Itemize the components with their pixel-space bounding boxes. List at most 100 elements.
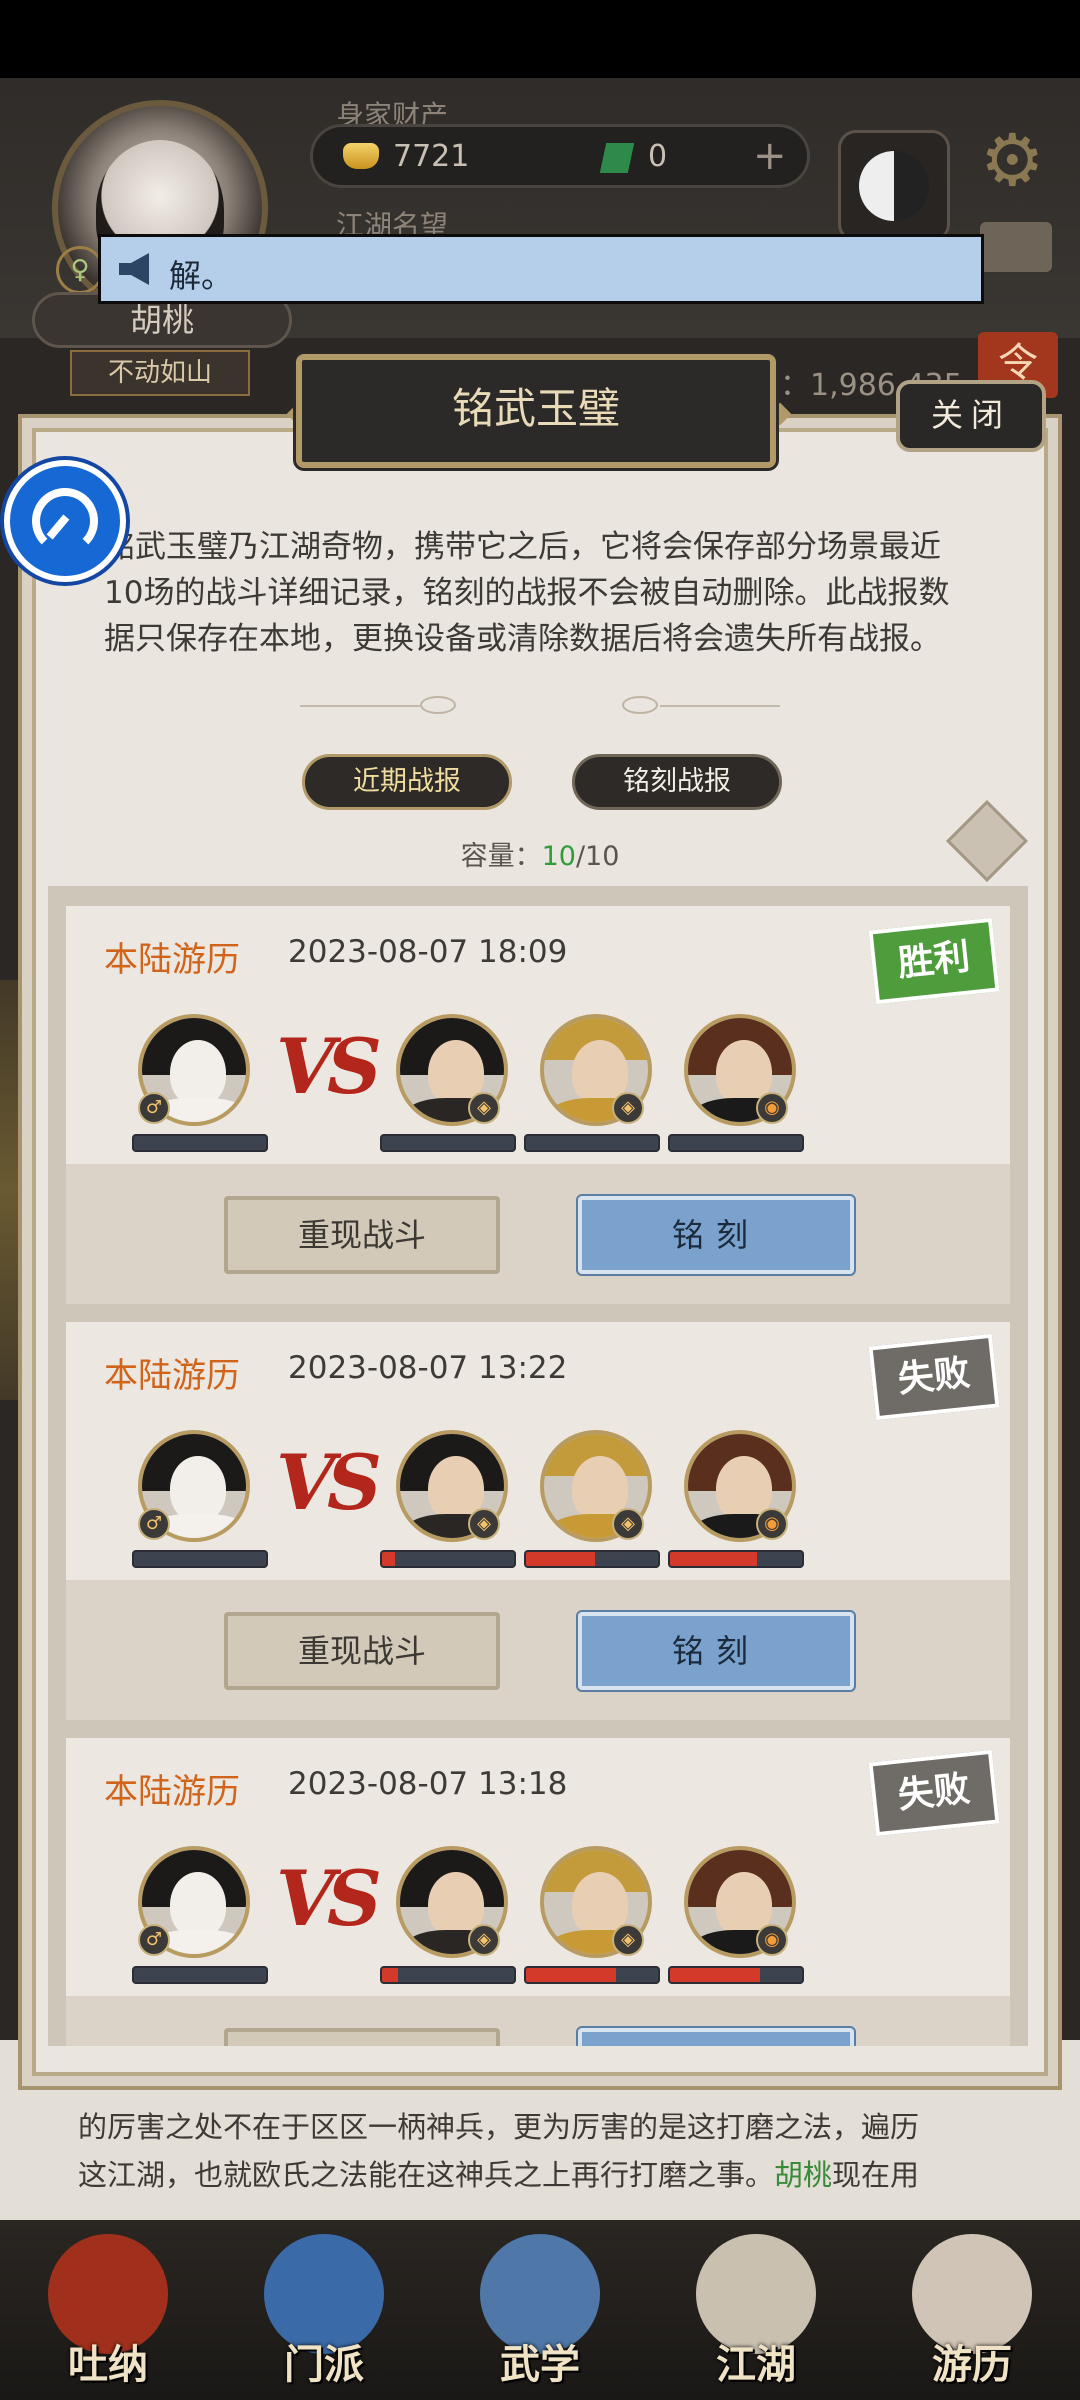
hp-fill — [670, 1968, 760, 1982]
gold-ingot-icon — [343, 143, 379, 169]
nav-sect[interactable]: 门派 — [239, 2224, 409, 2394]
replay-battle-button[interactable]: 重现战斗 — [224, 2028, 500, 2046]
hp-fill — [526, 1552, 595, 1566]
capacity-label: 容量： — [460, 841, 542, 872]
report-list[interactable]: 本陆游历 2023-08-07 18:09 胜利 ♂ VS ◈ ◈ ◉ 重现战斗… — [48, 886, 1028, 2046]
story-text-end: 现在用 — [832, 2158, 920, 2192]
close-button[interactable]: 关闭 — [896, 380, 1046, 452]
vs-mark: VS — [276, 1022, 382, 1111]
fire-badge-icon: ◉ — [756, 1092, 788, 1124]
taiji-button[interactable] — [838, 130, 950, 242]
speed-gauge-button[interactable] — [4, 460, 126, 582]
report-type: 本陆游历 — [104, 1356, 240, 1396]
bottom-nav: 吐纳 门派 武学 江湖 游历 — [0, 2220, 1080, 2400]
nav-label: 吐纳 — [68, 2341, 148, 2388]
nav-label: 门派 — [284, 2341, 364, 2388]
story-highlight-name: 胡桃 — [774, 2158, 833, 2192]
notification-text: 解。 — [169, 257, 234, 295]
capacity-indicator: 容量：10/10 — [0, 834, 1080, 873]
nav-tuna[interactable]: 吐纳 — [23, 2224, 193, 2394]
player-hp-bar — [132, 1134, 268, 1152]
fire-badge-icon: ◉ — [756, 1924, 788, 1956]
gear-icon[interactable]: ⚙ — [980, 118, 1045, 202]
enemy-hp-bar — [668, 1134, 804, 1152]
element-badge-icon: ◈ — [612, 1092, 644, 1124]
engrave-button[interactable]: 铭刻 — [578, 1612, 854, 1690]
divider — [300, 705, 420, 707]
enemy-hp-bar — [524, 1966, 660, 1984]
enemy-hp-bar — [524, 1134, 660, 1152]
battle-report: 本陆游历 2023-08-07 13:22 失败 ♂ VS ◈ ◈ ◉ 重现战斗… — [66, 1322, 1010, 1720]
nav-label: 游历 — [932, 2341, 1012, 2388]
player-hp-bar — [132, 1550, 268, 1568]
report-time: 2023-08-07 13:22 — [288, 1350, 568, 1386]
nav-jianghu[interactable]: 江湖 — [671, 2224, 841, 2394]
report-actions-bg — [66, 1164, 1010, 1304]
enemy-hp-bar — [380, 1966, 516, 1984]
report-actions-bg — [66, 1580, 1010, 1720]
nav-label: 武学 — [500, 2341, 580, 2388]
female-icon: ♀ — [56, 246, 104, 294]
result-stamp: 失败 — [868, 1749, 1000, 1837]
result-stamp: 胜利 — [868, 917, 1000, 1005]
modal-title-plate: 铭武玉璧 — [296, 354, 776, 468]
tab-engraved-reports[interactable]: 铭刻战报 — [572, 754, 782, 810]
hp-fill — [382, 1968, 398, 1982]
gold-amount: 7721 — [393, 139, 470, 174]
enemy-hp-bar — [380, 1550, 516, 1568]
currency-bar: 7721 0 + — [310, 124, 810, 188]
status-bar — [0, 0, 1080, 78]
male-icon: ♂ — [138, 1092, 170, 1124]
story-text: 这江湖，也就欧氏之法能在这神兵之上再行打磨之事。 — [78, 2158, 775, 2192]
element-badge-icon: ◈ — [468, 1092, 500, 1124]
enemy-hp-bar — [668, 1966, 804, 1984]
report-time: 2023-08-07 18:09 — [288, 934, 568, 970]
capacity-total: /10 — [575, 841, 620, 872]
replay-battle-button[interactable]: 重现战斗 — [224, 1612, 500, 1690]
divider-ornament — [622, 696, 658, 714]
report-type: 本陆游历 — [104, 940, 240, 980]
engrave-button[interactable]: 铭刻 — [578, 2028, 854, 2046]
divider — [660, 705, 780, 707]
divider-ornament — [420, 696, 456, 714]
report-type: 本陆游历 — [104, 1772, 240, 1812]
nav-travel[interactable]: 游历 — [887, 2224, 1057, 2394]
mail-icon[interactable] — [980, 222, 1052, 272]
capacity-used: 10 — [541, 841, 576, 872]
add-currency-button[interactable]: + — [753, 133, 787, 179]
hp-fill — [382, 1552, 396, 1566]
player-hp-bar — [132, 1966, 268, 1984]
fire-badge-icon: ◉ — [756, 1508, 788, 1540]
modal-description: 铭武玉璧乃江湖奇物，携带它之后，它将会保存部分场景最近10场的战斗详细记录，铭刻… — [104, 529, 950, 657]
element-badge-icon: ◈ — [468, 1508, 500, 1540]
notification-banner[interactable]: 解。 — [98, 234, 984, 304]
engrave-button[interactable]: 铭刻 — [578, 1196, 854, 1274]
element-badge-icon: ◈ — [468, 1924, 500, 1956]
nav-label: 江湖 — [716, 2341, 796, 2388]
enemy-hp-bar — [380, 1134, 516, 1152]
jade-icon — [599, 143, 635, 173]
jade-amount: 0 — [648, 139, 668, 174]
report-time: 2023-08-07 13:18 — [288, 1766, 568, 1802]
battle-report: 本陆游历 2023-08-07 18:09 胜利 ♂ VS ◈ ◈ ◉ 重现战斗… — [66, 906, 1010, 1304]
element-badge-icon: ◈ — [612, 1924, 644, 1956]
replay-battle-button[interactable]: 重现战斗 — [224, 1196, 500, 1274]
story-line-2: 这江湖，也就欧氏之法能在这神兵之上再行打磨之事。胡桃现在用 — [78, 2152, 919, 2194]
player-title: 不动如山 — [70, 350, 250, 396]
megaphone-icon — [119, 253, 149, 285]
nav-martial-arts[interactable]: 武学 — [455, 2224, 625, 2394]
story-line-1: 的厉害之处不在于区区一柄神兵，更为厉害的是这打磨之法，遍历 — [78, 2110, 920, 2144]
enemy-hp-bar — [524, 1550, 660, 1568]
battle-report: 本陆游历 2023-08-07 13:18 失败 ♂ VS ◈ ◈ ◉ 重现战斗… — [66, 1738, 1010, 2046]
tab-recent-reports[interactable]: 近期战报 — [302, 754, 512, 810]
modal-title: 铭武玉璧 — [451, 384, 620, 433]
report-actions-bg — [66, 1996, 1010, 2046]
vs-mark: VS — [276, 1438, 382, 1527]
element-badge-icon: ◈ — [612, 1508, 644, 1540]
enemy-hp-bar — [668, 1550, 804, 1568]
hp-fill — [526, 1968, 616, 1982]
male-icon: ♂ — [138, 1924, 170, 1956]
yin-yang-icon — [859, 151, 929, 221]
result-stamp: 失败 — [868, 1333, 1000, 1421]
male-icon: ♂ — [138, 1508, 170, 1540]
